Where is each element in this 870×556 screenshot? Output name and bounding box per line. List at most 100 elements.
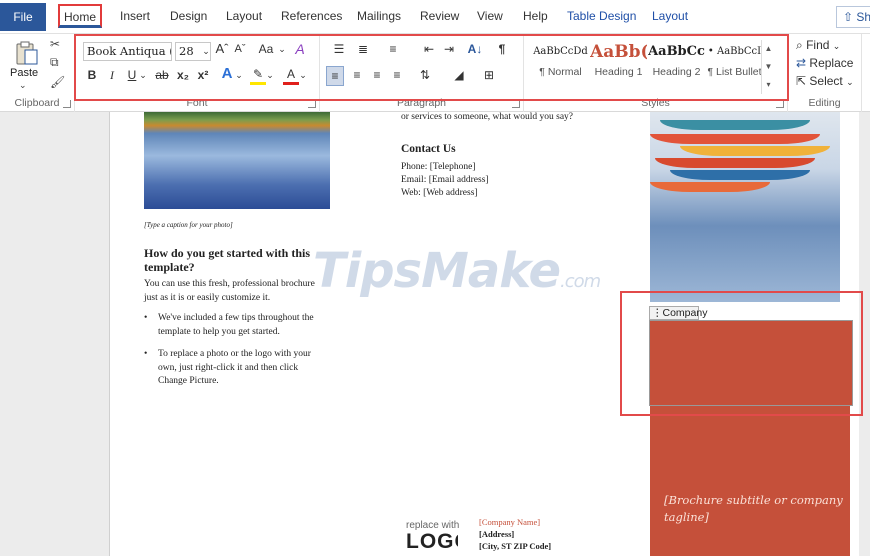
gallery-more-icon[interactable]: ▾ bbox=[762, 76, 775, 94]
select-button[interactable]: ⇱ Select ⌄ bbox=[796, 72, 856, 92]
list-item[interactable]: • To replace a photo or the logo with yo… bbox=[144, 348, 334, 389]
get-started-body[interactable]: You can use this fresh, professional bro… bbox=[144, 277, 315, 305]
brochure-tagline[interactable]: [Brochure subtitle or company tagline] bbox=[664, 492, 844, 526]
style-normal-sample: AaBbCcDd bbox=[533, 46, 588, 57]
styles-launcher-icon[interactable] bbox=[776, 100, 784, 108]
cut-icon[interactable]: ✂ bbox=[50, 37, 60, 51]
highlight-color-button[interactable]: ✎ bbox=[250, 65, 266, 85]
strikethrough-button[interactable]: ab bbox=[153, 66, 171, 86]
bullets-icon: ☰ bbox=[333, 42, 345, 56]
align-left-button[interactable]: ≡ bbox=[326, 66, 344, 86]
grow-font-button[interactable]: Aˆ bbox=[215, 40, 229, 60]
multilevel-list-button[interactable]: ≡ bbox=[382, 40, 404, 60]
underline-dropdown-icon[interactable]: ⌄ bbox=[139, 66, 147, 86]
heading-line-2: template? bbox=[144, 260, 195, 274]
shading-button[interactable]: ◢ bbox=[448, 66, 470, 86]
style-normal[interactable]: AaBbCcDd ¶ Normal bbox=[532, 38, 589, 94]
find-dropdown-icon: ⌄ bbox=[832, 41, 841, 51]
bold-button[interactable]: B bbox=[85, 66, 99, 86]
clipboard-launcher-icon[interactable] bbox=[63, 100, 71, 108]
font-color-button[interactable]: A bbox=[283, 65, 299, 85]
underline-button[interactable]: U bbox=[125, 66, 139, 86]
boats-photo[interactable] bbox=[650, 112, 840, 302]
select-label: Select bbox=[809, 74, 843, 88]
shrink-font-button[interactable]: Aˇ bbox=[233, 40, 247, 60]
services-line[interactable]: or services to someone, what would you s… bbox=[401, 112, 573, 122]
tab-table-design[interactable]: Table Design bbox=[567, 9, 636, 23]
tips-list: • We've included a few tips throughout t… bbox=[144, 312, 334, 389]
show-formatting-button[interactable]: ¶ bbox=[494, 40, 510, 60]
tab-design[interactable]: Design bbox=[170, 9, 207, 23]
style-normal-label: ¶ Normal bbox=[539, 66, 582, 78]
tab-review[interactable]: Review bbox=[420, 9, 459, 23]
get-started-heading[interactable]: How do you get started with this templat… bbox=[144, 246, 310, 274]
share-label: Sh bbox=[856, 10, 870, 24]
find-button[interactable]: ⌕ Find ⌄ bbox=[796, 36, 856, 56]
bullet-1-line-2: template to help you get started. bbox=[158, 326, 280, 337]
line-spacing-button[interactable]: ⇅ bbox=[414, 66, 436, 86]
style-heading-2-sample: AaBbCc bbox=[648, 44, 705, 59]
increase-indent-button[interactable]: ⇥ bbox=[440, 40, 458, 60]
photo-caption[interactable]: [Type a caption for your photo] bbox=[144, 221, 233, 229]
borders-button[interactable]: ⊞ bbox=[478, 66, 500, 86]
share-button[interactable]: ⇧ Sh bbox=[836, 6, 870, 28]
decrease-indent-button[interactable]: ⇤ bbox=[420, 40, 438, 60]
font-color-dropdown-icon[interactable]: ⌄ bbox=[299, 66, 307, 86]
format-painter-icon[interactable]: 🖌 bbox=[50, 75, 65, 89]
replace-button[interactable]: ⇄ Replace bbox=[796, 54, 858, 74]
numbering-button[interactable]: ≣ bbox=[352, 40, 374, 60]
sort-button[interactable]: A↓ bbox=[466, 40, 484, 60]
tab-view[interactable]: View bbox=[477, 9, 503, 23]
logo-placeholder-line-2[interactable]: LOGO bbox=[406, 530, 458, 556]
paste-button[interactable]: Paste bbox=[10, 67, 38, 79]
find-label: Find bbox=[806, 38, 830, 52]
font-name-field[interactable]: Book Antiqua (He bbox=[83, 42, 172, 61]
company-address-block[interactable]: [Company Name] [Address] [City, ST ZIP C… bbox=[479, 516, 551, 552]
superscript-button[interactable]: x² bbox=[195, 66, 211, 86]
gallery-down-icon[interactable]: ▼ bbox=[762, 58, 775, 76]
subscript-button[interactable]: x₂ bbox=[175, 66, 191, 86]
text-effects-dropdown-icon[interactable]: ⌄ bbox=[235, 66, 243, 86]
style-heading-1[interactable]: AaBb( Heading 1 bbox=[590, 38, 647, 94]
paste-icon[interactable] bbox=[14, 40, 40, 66]
tab-file[interactable]: File bbox=[0, 3, 46, 31]
tab-references[interactable]: References bbox=[281, 9, 342, 23]
tab-table-layout[interactable]: Layout bbox=[652, 9, 688, 23]
style-list-bullet[interactable]: • AaBbCcI ¶ List Bullet bbox=[706, 38, 763, 94]
body-line-1: You can use this fresh, professional bro… bbox=[144, 279, 315, 289]
change-case-dropdown-icon[interactable]: ⌄ bbox=[278, 40, 286, 60]
justify-button[interactable]: ≡ bbox=[388, 66, 406, 86]
increase-indent-icon: ⇥ bbox=[443, 42, 455, 56]
text-effects-button[interactable]: A bbox=[219, 65, 235, 85]
align-center-button[interactable]: ≡ bbox=[348, 66, 366, 86]
style-heading-2[interactable]: AaBbCc Heading 2 bbox=[648, 38, 705, 94]
change-case-button[interactable]: Aa bbox=[255, 40, 277, 60]
bullet-2-line-2: own, just right-click it and then click bbox=[158, 362, 299, 373]
bullet-2-line-3: Change Picture. bbox=[158, 376, 219, 386]
bullets-button[interactable]: ☰ bbox=[328, 40, 350, 60]
tab-help[interactable]: Help bbox=[523, 9, 548, 23]
replace-icon: ⇄ bbox=[796, 56, 807, 70]
paste-dropdown-icon[interactable]: ⌄ bbox=[19, 80, 27, 91]
tab-home[interactable]: Home bbox=[58, 4, 102, 28]
font-launcher-icon[interactable] bbox=[308, 100, 316, 108]
italic-button[interactable]: I bbox=[105, 66, 119, 86]
tab-layout[interactable]: Layout bbox=[226, 9, 262, 23]
tab-insert[interactable]: Insert bbox=[120, 9, 150, 23]
contact-heading[interactable]: Contact Us bbox=[401, 143, 456, 155]
contact-details[interactable]: Phone: [Telephone] Email: [Email address… bbox=[401, 161, 489, 200]
tab-mailings[interactable]: Mailings bbox=[357, 9, 401, 23]
lake-photo[interactable] bbox=[144, 112, 330, 209]
watermark-suffix: .com bbox=[560, 271, 601, 292]
company-content-control[interactable] bbox=[649, 320, 853, 406]
align-right-button[interactable]: ≡ bbox=[368, 66, 386, 86]
paragraph-launcher-icon[interactable] bbox=[512, 100, 520, 108]
font-size-dropdown-icon[interactable]: ⌄ bbox=[201, 42, 211, 62]
style-heading-2-label: Heading 2 bbox=[652, 66, 701, 78]
list-item[interactable]: • We've included a few tips throughout t… bbox=[144, 312, 334, 339]
highlight-dropdown-icon[interactable]: ⌄ bbox=[266, 66, 274, 86]
clear-formatting-button[interactable]: A bbox=[292, 40, 308, 60]
company-content-control-tag[interactable]: ⋮Company bbox=[649, 306, 707, 320]
gallery-up-icon[interactable]: ▲ bbox=[762, 40, 775, 58]
copy-icon[interactable]: ⧉ bbox=[50, 55, 59, 70]
